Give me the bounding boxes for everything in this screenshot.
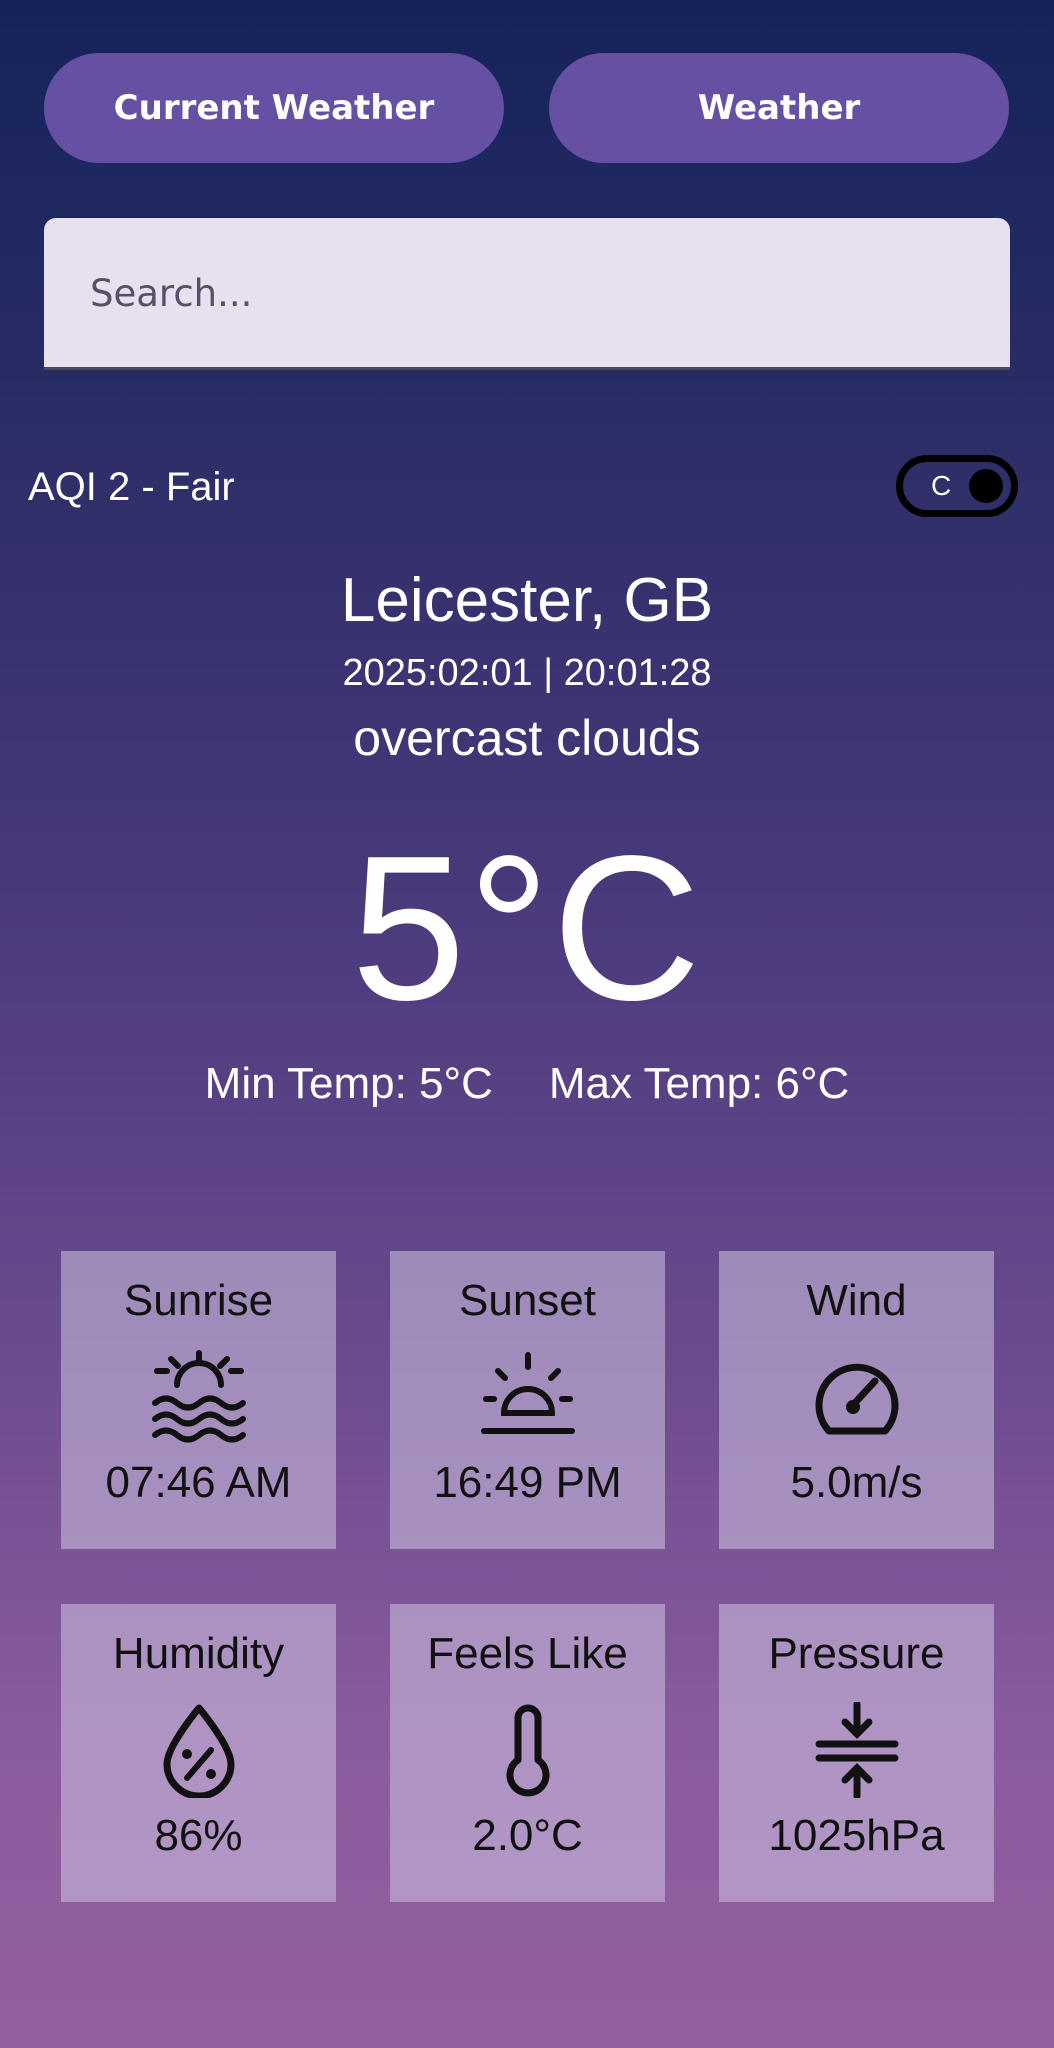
search-input[interactable] bbox=[88, 218, 972, 369]
tile-value: 16:49 PM bbox=[433, 1458, 622, 1507]
tile-title: Wind bbox=[806, 1276, 907, 1325]
current-temperature: 5°C bbox=[351, 813, 703, 1043]
humidity-tile: Humidity 86% bbox=[61, 1604, 336, 1902]
current-weather-button[interactable]: Current Weather bbox=[44, 53, 504, 163]
pressure-arrows-icon bbox=[815, 1702, 899, 1798]
search-bar bbox=[44, 218, 1010, 370]
tile-value: 07:46 AM bbox=[105, 1458, 292, 1507]
sunset-icon bbox=[481, 1352, 575, 1434]
unit-toggle-label: C bbox=[931, 470, 952, 501]
aqi-label: AQI 2 - Fair bbox=[28, 465, 235, 509]
tile-value: 5.0m/s bbox=[790, 1458, 923, 1507]
tile-title: Sunset bbox=[459, 1276, 596, 1325]
tile-value: 1025hPa bbox=[768, 1811, 945, 1860]
sunrise-tile: Sunrise 07:46 AM bbox=[61, 1251, 336, 1549]
tile-title: Pressure bbox=[768, 1629, 945, 1678]
date-time: 2025:02:01 | 20:01:28 bbox=[342, 652, 712, 694]
unit-toggle[interactable]: C bbox=[896, 455, 1018, 517]
weather-condition: overcast clouds bbox=[353, 710, 701, 766]
wind-tile: Wind 5.0m/s bbox=[719, 1251, 994, 1549]
tile-title: Feels Like bbox=[427, 1629, 628, 1678]
weather-button[interactable]: Weather bbox=[549, 53, 1009, 163]
max-temp: Max Temp: 6°C bbox=[548, 1059, 850, 1108]
tile-value: 2.0°C bbox=[472, 1811, 583, 1860]
sunrise-icon bbox=[152, 1350, 246, 1443]
tile-title: Sunrise bbox=[123, 1276, 274, 1325]
thermometer-icon bbox=[506, 1704, 550, 1797]
tile-value: 86% bbox=[154, 1811, 243, 1860]
min-max-temps: Min Temp: 5°C Max Temp: 6°C bbox=[0, 1054, 1054, 1114]
feels-like-tile: Feels Like 2.0°C bbox=[390, 1604, 665, 1902]
city-name: Leicester, GB bbox=[340, 566, 714, 635]
toggle-knob bbox=[969, 469, 1003, 503]
humidity-drop-icon bbox=[163, 1704, 235, 1798]
sunset-tile: Sunset 16:49 PM bbox=[390, 1251, 665, 1549]
speedometer-icon bbox=[815, 1363, 899, 1435]
pressure-tile: Pressure 1025hPa bbox=[719, 1604, 994, 1902]
tile-title: Humidity bbox=[112, 1629, 285, 1678]
min-temp: Min Temp: 5°C bbox=[204, 1059, 493, 1108]
